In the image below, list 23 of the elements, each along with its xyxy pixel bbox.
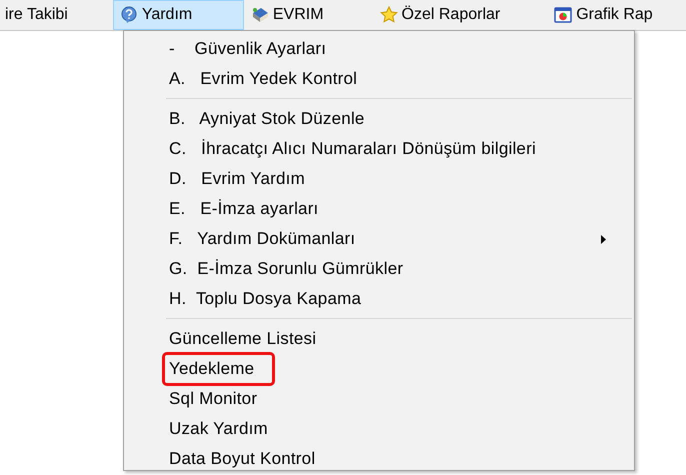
menu-item[interactable]: H. Toplu Dosya Kapama xyxy=(126,284,632,314)
menu-item[interactable]: Data Boyut Kontrol xyxy=(126,444,632,474)
help-icon xyxy=(120,6,138,24)
menu-item[interactable]: D. Evrim Yardım xyxy=(126,164,632,194)
menu-item[interactable]: E. E-İmza ayarları xyxy=(126,194,632,224)
menu-item[interactable]: - Güvenlik Ayarları xyxy=(126,34,632,64)
menu-item[interactable]: G. E-İmza Sorunlu Gümrükler xyxy=(126,254,632,284)
menu-item[interactable]: B. Ayniyat Stok Düzenle xyxy=(126,104,632,134)
menu-tab[interactable]: Yardım xyxy=(112,0,244,30)
menu-tab[interactable]: EVRIM xyxy=(244,0,333,30)
book-icon xyxy=(250,6,269,24)
menu-item[interactable]: Güncelleme Listesi xyxy=(126,324,632,354)
menu-item[interactable]: F. Yardım Dokümanları xyxy=(126,224,632,254)
menu-tab[interactable]: Özel Raporlar xyxy=(372,0,510,30)
menu-item[interactable]: C. İhracatçı Alıcı Numaraları Dönüşüm bilgileri xyxy=(126,134,632,164)
chart-icon xyxy=(554,7,572,23)
menu-item[interactable]: Sql Monitor xyxy=(126,384,632,414)
menu-item[interactable]: A. Evrim Yedek Kontrol xyxy=(126,64,632,94)
star-icon xyxy=(380,6,398,24)
menu-item[interactable]: Yedekleme xyxy=(126,354,632,384)
menu-tab[interactable]: ire Takibi xyxy=(0,0,77,30)
menu-tab[interactable]: Grafik Rap xyxy=(547,0,662,30)
menu-item[interactable]: Uzak Yardım xyxy=(126,414,632,444)
